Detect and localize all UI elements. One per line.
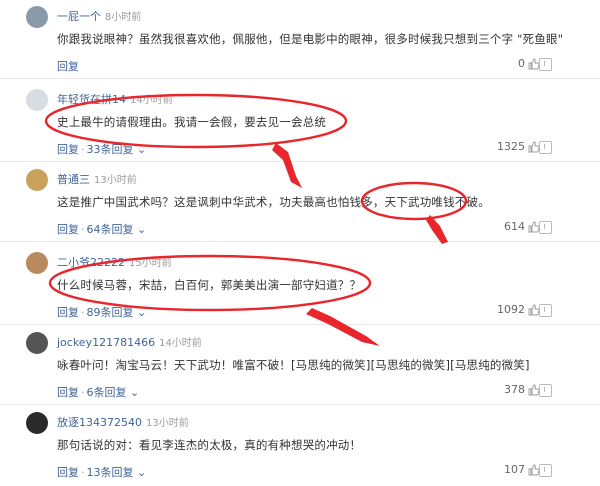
report-icon[interactable]: [539, 304, 552, 317]
comment-time: 14小时前: [130, 95, 173, 106]
comment-header: jockey121781466 14小时前: [57, 334, 202, 349]
comment-actions: 回复 · 33条回复 ⌄: [57, 141, 146, 157]
username-link[interactable]: 二小爷22222: [57, 256, 125, 269]
comment-time: 13小时前: [146, 418, 189, 429]
comment-header: 年轻货在拼14 14小时前: [57, 91, 173, 107]
comment-item: 普通三 13小时前这是推广中国武术吗？这是讽刺中华武术，功夫最高也怕钱多，天下武功…: [0, 163, 600, 243]
comment-header: 二小爷22222 15小时前: [57, 254, 172, 270]
chevron-down-icon[interactable]: ⌄: [134, 306, 146, 319]
comment-text: 什么时候马蓉，宋喆，白百何，郭美美出演一部守妇道？？: [57, 278, 362, 292]
chevron-down-icon[interactable]: ⌄: [134, 223, 146, 236]
comment-text: 你跟我说眼神？虽然我很喜欢他，佩服他，但是电影中的眼神，很多时候我只想到三个字 …: [57, 32, 564, 46]
username-link[interactable]: 普通三: [57, 173, 90, 186]
report-icon[interactable]: [539, 221, 552, 234]
username-link[interactable]: 年轻货在拼14: [57, 93, 126, 106]
comment-actions: 回复 · 6条回复 ⌄: [57, 384, 139, 400]
chevron-down-icon[interactable]: ⌄: [127, 386, 139, 399]
comment-item: 放逐134372540 13小时前那句话说的对：看见李连杰的太极，真的有种想哭的冲…: [0, 406, 600, 486]
divider: [0, 161, 600, 162]
chevron-down-icon[interactable]: ⌄: [134, 466, 146, 479]
like-button[interactable]: 1092: [497, 303, 540, 316]
like-count: 0: [518, 57, 525, 70]
comment-header: 普通三 13小时前: [57, 171, 137, 187]
username-link[interactable]: jockey121781466: [57, 336, 155, 349]
comment-text: 咏春叶问！淘宝马云！天下武功！唯富不破！[马思纯的微笑][马思纯的微笑][马思纯…: [57, 358, 530, 372]
comment-time: 15小时前: [129, 258, 172, 269]
divider: [0, 241, 600, 242]
reply-button[interactable]: 回复: [57, 60, 79, 73]
comment-actions: 回复 · 13条回复 ⌄: [57, 464, 146, 480]
chevron-down-icon[interactable]: ⌄: [134, 143, 146, 156]
reply-count-link[interactable]: 13条回复: [87, 466, 134, 479]
report-icon[interactable]: [539, 464, 552, 477]
username-link[interactable]: 一屁一个: [57, 10, 101, 23]
like-count: 614: [504, 220, 525, 233]
reply-button[interactable]: 回复: [57, 466, 79, 479]
report-icon[interactable]: [539, 141, 552, 154]
reply-button[interactable]: 回复: [57, 306, 79, 319]
avatar[interactable]: [26, 412, 48, 434]
separator-dot: ·: [81, 306, 85, 319]
like-count: 107: [504, 463, 525, 476]
comment-actions: 回复 · 89条回复 ⌄: [57, 304, 146, 320]
comment-actions: 回复 · 64条回复 ⌄: [57, 221, 146, 237]
comment-header: 一屁一个 8小时前: [57, 8, 141, 24]
like-button[interactable]: 107: [504, 463, 540, 476]
divider: [0, 404, 600, 405]
reply-count-link[interactable]: 33条回复: [87, 143, 134, 156]
comment-item: jockey121781466 14小时前咏春叶问！淘宝马云！天下武功！唯富不破！…: [0, 326, 600, 406]
avatar[interactable]: [26, 6, 48, 28]
like-button[interactable]: 378: [504, 383, 540, 396]
reply-button[interactable]: 回复: [57, 386, 79, 399]
separator-dot: ·: [81, 386, 85, 399]
separator-dot: ·: [81, 143, 85, 156]
comment-item: 年轻货在拼14 14小时前史上最牛的请假理由。我请一会假，要去见一会总统 回复 · 33…: [0, 83, 600, 163]
like-button[interactable]: 1325: [497, 140, 540, 153]
separator-dot: ·: [81, 466, 85, 479]
avatar[interactable]: [26, 169, 48, 191]
comment-time: 13小时前: [94, 175, 137, 186]
avatar[interactable]: [26, 252, 48, 274]
comment-text: 史上最牛的请假理由。我请一会假，要去见一会总统: [57, 115, 327, 129]
comment-text: 这是推广中国武术吗？这是讽刺中华武术，功夫最高也怕钱多，天下武功唯钱不破。: [57, 195, 490, 209]
comment-time: 8小时前: [105, 12, 142, 23]
like-button[interactable]: 614: [504, 220, 540, 233]
comment-time: 14小时前: [159, 338, 202, 349]
avatar[interactable]: [26, 332, 48, 354]
reply-button[interactable]: 回复: [57, 143, 79, 156]
like-count: 1325: [497, 140, 525, 153]
comment-text: 那句话说的对：看见李连杰的太极，真的有种想哭的冲动！: [57, 438, 362, 452]
comment-list: 一屁一个 8小时前你跟我说眼神？虽然我很喜欢他，佩服他，但是电影中的眼神，很多时候…: [0, 0, 600, 479]
comment-header: 放逐134372540 13小时前: [57, 414, 189, 430]
separator-dot: ·: [81, 223, 85, 236]
reply-count-link[interactable]: 64条回复: [87, 223, 134, 236]
divider: [0, 324, 600, 325]
reply-count-link[interactable]: 6条回复: [87, 386, 127, 399]
reply-count-link[interactable]: 89条回复: [87, 306, 134, 319]
report-icon[interactable]: [539, 384, 552, 397]
comment-actions: 回复: [57, 58, 79, 74]
divider: [0, 78, 600, 79]
report-icon[interactable]: [539, 58, 552, 71]
reply-button[interactable]: 回复: [57, 223, 79, 236]
comment-item: 一屁一个 8小时前你跟我说眼神？虽然我很喜欢他，佩服他，但是电影中的眼神，很多时候…: [0, 0, 600, 80]
avatar[interactable]: [26, 89, 48, 111]
like-count: 378: [504, 383, 525, 396]
comment-item: 二小爷22222 15小时前什么时候马蓉，宋喆，白百何，郭美美出演一部守妇道？？ 回…: [0, 246, 600, 326]
username-link[interactable]: 放逐134372540: [57, 416, 142, 429]
like-count: 1092: [497, 303, 525, 316]
like-button[interactable]: 0: [518, 57, 540, 70]
